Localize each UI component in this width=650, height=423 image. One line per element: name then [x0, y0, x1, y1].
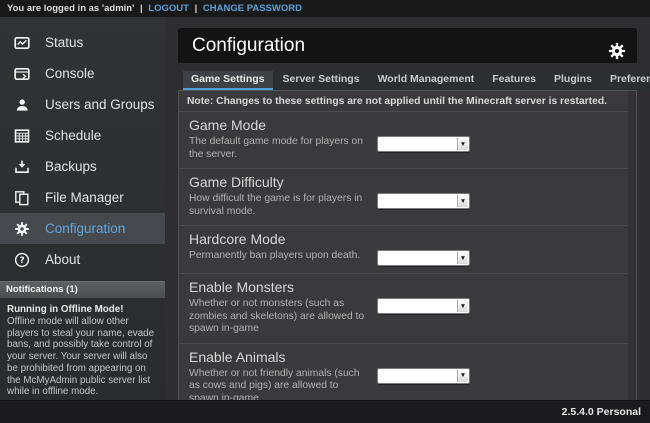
backups-icon: [13, 158, 30, 175]
sidebar: Status Console Users and Groups Schedule…: [0, 17, 165, 400]
setting-section: Hardcore Mode Permanently ban players up…: [179, 226, 636, 274]
settings-sections: Game Mode The default game mode for play…: [179, 112, 636, 400]
console-icon: [13, 65, 30, 82]
main-panel: Configuration Game SettingsServer Settin…: [165, 17, 650, 400]
sidebar-item-about[interactable]: ? About: [0, 244, 165, 275]
notification-text: Offline mode will allow other players to…: [7, 316, 158, 398]
setting-title: Game Mode: [189, 117, 626, 133]
sidebar-menu: Status Console Users and Groups Schedule…: [0, 17, 165, 275]
users-icon: [13, 96, 30, 113]
notification-body: Running in Offline Mode! Offline mode wi…: [0, 298, 165, 404]
file-manager-icon: [13, 189, 30, 206]
setting-section: Game Mode The default game mode for play…: [179, 112, 636, 169]
sidebar-item-label: File Manager: [45, 190, 124, 205]
gear-icon[interactable]: [608, 37, 626, 55]
version-label: 2.5.4.0 Personal: [562, 406, 641, 418]
configuration-icon: [13, 220, 30, 237]
schedule-icon: [13, 127, 30, 144]
logout-link[interactable]: LOGOUT: [148, 3, 189, 14]
setting-description: How difficult the game is for players in…: [189, 193, 367, 218]
about-icon: ?: [13, 251, 30, 268]
setting-title: Hardcore Mode: [189, 231, 626, 247]
separator: |: [195, 3, 198, 14]
setting-title: Enable Monsters: [189, 279, 626, 295]
setting-dropdown[interactable]: ▼: [377, 298, 470, 314]
chevron-down-icon: ▼: [457, 370, 468, 382]
setting-section: Enable Monsters Whether or not monsters …: [179, 274, 636, 344]
tab-server-settings[interactable]: Server Settings: [275, 71, 368, 90]
tab-game-settings[interactable]: Game Settings: [183, 71, 273, 90]
setting-description: Permanently ban players upon death.: [189, 250, 367, 263]
scrollbar[interactable]: [628, 91, 636, 400]
tab-world-management[interactable]: World Management: [370, 71, 483, 90]
sidebar-item-label: Users and Groups: [45, 97, 155, 112]
setting-description: Whether or not friendly animals (such as…: [189, 368, 367, 400]
sidebar-item-status[interactable]: Status: [0, 27, 165, 58]
sidebar-item-file-manager[interactable]: File Manager: [0, 182, 165, 213]
svg-text:?: ?: [19, 256, 24, 266]
page-header: Configuration: [178, 28, 637, 63]
tab-plugins[interactable]: Plugins: [546, 71, 600, 90]
settings-content: Note: Changes to these settings are not …: [178, 90, 637, 400]
sidebar-item-console[interactable]: Console: [0, 58, 165, 89]
chevron-down-icon: ▼: [457, 195, 468, 207]
notification-title: Running in Offline Mode!: [7, 304, 158, 316]
chevron-down-icon: ▼: [457, 300, 468, 312]
setting-dropdown[interactable]: ▼: [377, 193, 470, 209]
sidebar-item-label: Console: [45, 66, 95, 81]
change-password-link[interactable]: CHANGE PASSWORD: [203, 3, 302, 14]
sidebar-item-configuration[interactable]: Configuration: [0, 213, 165, 244]
tab-bar: Game SettingsServer SettingsWorld Manage…: [183, 71, 650, 90]
sidebar-item-label: Schedule: [45, 128, 101, 143]
setting-description: Whether or not monsters (such as zombies…: [189, 298, 367, 336]
setting-dropdown[interactable]: ▼: [377, 368, 470, 384]
chevron-down-icon: ▼: [457, 252, 468, 264]
page-title: Configuration: [192, 35, 305, 56]
tab-features[interactable]: Features: [484, 71, 544, 90]
setting-section: Enable Animals Whether or not friendly a…: [179, 344, 636, 400]
setting-dropdown[interactable]: ▼: [377, 250, 470, 266]
sidebar-item-label: Backups: [45, 159, 97, 174]
sidebar-item-label: Status: [45, 35, 83, 50]
footer-bar: 2.5.4.0 Personal: [0, 400, 650, 423]
sidebar-item-label: Configuration: [45, 221, 125, 236]
sidebar-item-backups[interactable]: Backups: [0, 151, 165, 182]
sidebar-item-schedule[interactable]: Schedule: [0, 120, 165, 151]
setting-section: Game Difficulty How difficult the game i…: [179, 169, 636, 226]
setting-description: The default game mode for players on the…: [189, 136, 367, 161]
logged-in-text: You are logged in as 'admin': [7, 3, 134, 14]
chevron-down-icon: ▼: [457, 138, 468, 150]
separator: |: [140, 3, 143, 14]
topbar: You are logged in as 'admin' | LOGOUT | …: [0, 0, 650, 17]
setting-title: Game Difficulty: [189, 174, 626, 190]
sidebar-item-label: About: [45, 252, 80, 267]
sidebar-item-users-and-groups[interactable]: Users and Groups: [0, 89, 165, 120]
setting-title: Enable Animals: [189, 349, 626, 365]
notifications-header[interactable]: Notifications (1): [0, 281, 165, 298]
restart-note: Note: Changes to these settings are not …: [179, 91, 636, 112]
tab-preferences[interactable]: Preferences: [602, 71, 650, 90]
setting-dropdown[interactable]: ▼: [377, 136, 470, 152]
status-icon: [13, 34, 30, 51]
